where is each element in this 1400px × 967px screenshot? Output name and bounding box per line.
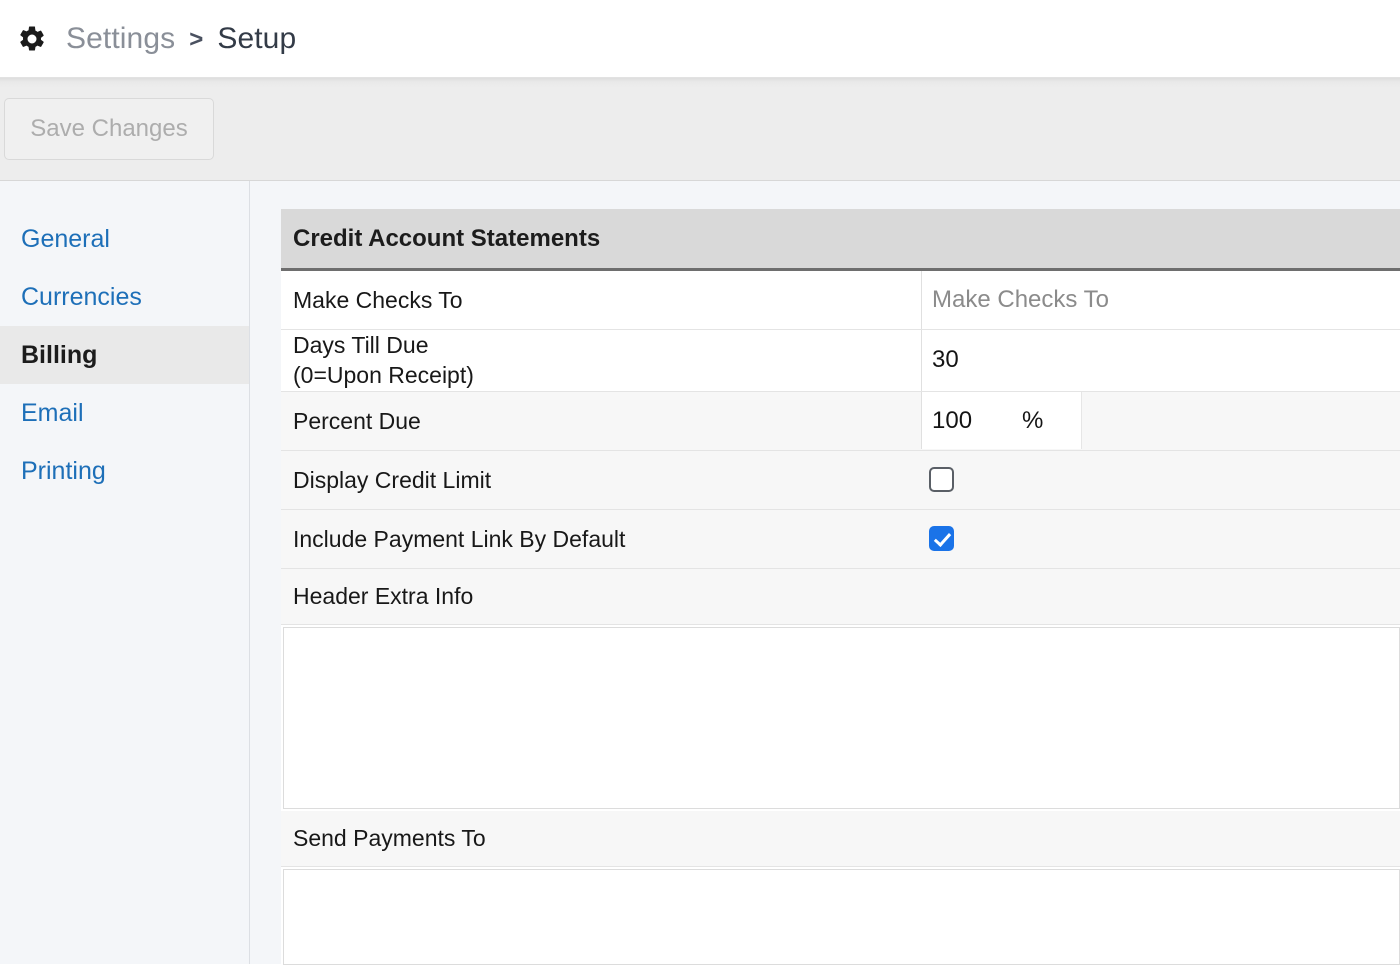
table-row-display-credit-limit: Display Credit Limit: [281, 450, 1400, 510]
table-row-make-checks-to: Make Checks To: [281, 271, 1400, 330]
gear-icon[interactable]: [16, 23, 48, 55]
chevron-right-icon: >: [189, 25, 204, 53]
panel-title: Credit Account Statements: [281, 209, 1400, 271]
action-toolbar: Save Changes: [0, 78, 1400, 181]
breadcrumb: Settings > Setup: [66, 22, 296, 56]
sidebar-item-label: Printing: [21, 456, 106, 485]
send-payments-to-textarea[interactable]: [283, 868, 1400, 965]
settings-sidebar: General Currencies Billing Email Printin…: [0, 181, 250, 964]
header-extra-info-textarea[interactable]: [283, 626, 1400, 809]
breadcrumb-setup: Setup: [217, 21, 297, 55]
days-till-due-label: Days Till Due: [293, 332, 429, 358]
credit-account-statements-panel: Credit Account Statements Make Checks To…: [281, 209, 1400, 967]
row-field: [921, 451, 1400, 509]
row-field: [921, 510, 1400, 568]
sidebar-item-billing[interactable]: Billing: [0, 326, 249, 384]
percent-due-input[interactable]: [922, 406, 1022, 435]
send-payments-to-field: [281, 866, 1400, 967]
include-payment-link-label: Include Payment Link By Default: [293, 525, 626, 552]
send-payments-to-label: Send Payments To: [281, 810, 1400, 867]
save-changes-button[interactable]: Save Changes: [4, 98, 214, 160]
display-credit-limit-checkbox[interactable]: [929, 467, 954, 493]
breadcrumb-settings[interactable]: Settings: [66, 22, 175, 56]
days-till-due-sublabel: (0=Upon Receipt): [293, 362, 474, 389]
row-field: [921, 271, 1400, 329]
include-payment-link-checkbox[interactable]: [929, 526, 954, 552]
table-row-include-payment-link: Include Payment Link By Default: [281, 509, 1400, 569]
table-row-percent-due: Percent Due %: [281, 391, 1400, 451]
row-label: Make Checks To: [281, 271, 921, 329]
header-extra-info-label: Header Extra Info: [281, 568, 1400, 625]
sidebar-item-label: Email: [21, 398, 84, 427]
sidebar-item-email[interactable]: Email: [0, 384, 249, 442]
days-till-due-input[interactable]: [921, 330, 1400, 391]
percent-due-input-group: %: [921, 392, 1082, 450]
sidebar-item-general[interactable]: General: [0, 210, 249, 268]
percent-sign-label: %: [1022, 406, 1044, 434]
make-checks-to-input[interactable]: [921, 271, 1400, 329]
sidebar-item-label: Currencies: [21, 282, 142, 311]
row-label: Include Payment Link By Default: [281, 510, 921, 568]
percent-due-label: Percent Due: [293, 407, 421, 434]
row-label: Percent Due: [281, 392, 921, 450]
sidebar-item-currencies[interactable]: Currencies: [0, 268, 249, 326]
body-area: General Currencies Billing Email Printin…: [0, 181, 1400, 967]
row-label: Days Till Due (0=Upon Receipt): [281, 330, 921, 391]
sidebar-item-printing[interactable]: Printing: [0, 442, 249, 500]
sidebar-item-label: General: [21, 224, 110, 253]
display-credit-limit-label: Display Credit Limit: [293, 466, 492, 493]
settings-content: Credit Account Statements Make Checks To…: [251, 181, 1400, 967]
row-label: Display Credit Limit: [281, 451, 921, 509]
make-checks-to-label: Make Checks To: [293, 286, 463, 313]
row-field: %: [921, 392, 1400, 450]
sidebar-item-label: Billing: [21, 340, 98, 369]
header-extra-info-field: [281, 624, 1400, 811]
app-header: Settings > Setup: [0, 0, 1400, 78]
row-field: [921, 330, 1400, 391]
table-row-days-till-due: Days Till Due (0=Upon Receipt): [281, 330, 1400, 392]
